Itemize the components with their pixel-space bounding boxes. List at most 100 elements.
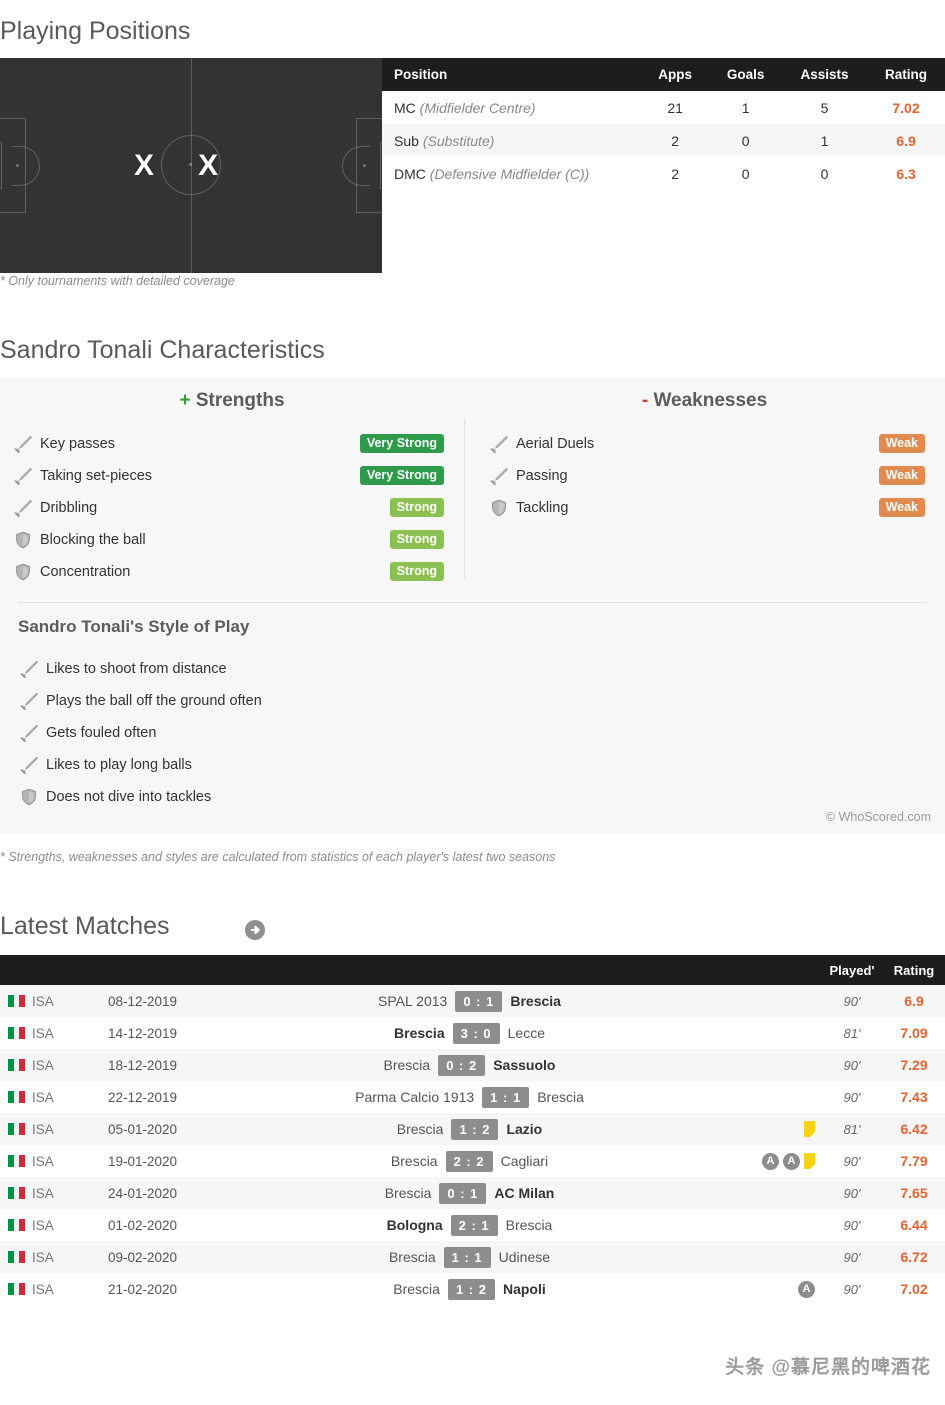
weaknesses-list: Aerial Duels Weak Passing Weak Tackling Weak (476, 428, 931, 524)
home-team: Brescia (396, 1121, 444, 1137)
table-row[interactable]: ISA 05-01-2020 Brescia 1 : 2 Lazio 81' 6.42 (0, 1113, 945, 1145)
minutes-played: 90' (843, 1217, 861, 1233)
match-date: 14-12-2019 (108, 1025, 178, 1041)
strength-item: Blocking the ball Strong (0, 524, 450, 556)
weakness-item: Aerial Duels Weak (476, 428, 931, 460)
away-team: Cagliari (500, 1153, 549, 1169)
trait-rating-badge: Very Strong (359, 466, 444, 485)
trait-rating-badge: Weak (878, 466, 925, 485)
strength-item: Key passes Very Strong (0, 428, 450, 460)
sword-icon (488, 467, 510, 485)
table-row[interactable]: ISA 01-02-2020 Bologna 2 : 1 Brescia 90' 6.44 (0, 1209, 945, 1241)
trait-rating-badge: Very Strong (359, 434, 444, 453)
matches-table-header-row: Played' Rating (0, 955, 945, 985)
minus-icon: - (641, 390, 649, 411)
match-date: 18-12-2019 (108, 1057, 178, 1073)
match-event-icons (721, 1177, 821, 1209)
plus-icon: + (179, 390, 191, 411)
weakness-item: Tackling Weak (476, 492, 931, 524)
sword-icon (12, 435, 34, 453)
minutes-played: 90' (843, 1057, 861, 1073)
yellow-card-icon (804, 1121, 815, 1137)
score-badge: 1 : 2 (447, 1278, 495, 1300)
style-of-play-item: Gets fouled often (6, 717, 606, 749)
position-abbr: DMC (394, 165, 426, 182)
home-team: Brescia (393, 1281, 440, 1297)
position-cell: MC (Midfielder Centre) (382, 91, 641, 124)
away-team: AC Milan (494, 1185, 555, 1201)
style-label: Likes to shoot from distance (46, 661, 227, 677)
minutes-played: 90' (843, 1153, 861, 1169)
match-score-cell: Parma Calcio 1913 1 : 1 Brescia (218, 1081, 721, 1113)
table-row[interactable]: ISA 09-02-2020 Brescia 1 : 1 Udinese 90' 6.72 (0, 1241, 945, 1273)
yellow-card-icon (804, 1153, 815, 1169)
match-score-cell: Brescia 1 : 1 Udinese (218, 1241, 721, 1273)
italy-flag-icon (8, 1027, 25, 1039)
trait-label: Key passes (40, 436, 115, 452)
trait-rating-badge: Strong (389, 562, 444, 581)
table-row[interactable]: ISA 19-01-2020 Brescia 2 : 2 Cagliari A A 90' 7.… (0, 1145, 945, 1177)
minutes-played: 90' (843, 993, 861, 1009)
match-score-cell: Bologna 2 : 1 Brescia (218, 1209, 721, 1241)
match-event-icons: A (721, 1273, 821, 1305)
trait-label: Dribbling (40, 500, 98, 516)
italy-flag-icon (8, 1091, 25, 1103)
table-row[interactable]: ISA 24-01-2020 Brescia 0 : 1 AC Milan 90' 7.65 (0, 1177, 945, 1209)
copyright-label: © WhoScored.com (825, 810, 931, 824)
tournament-cell: ISA (0, 1177, 108, 1209)
sword-icon (18, 724, 40, 742)
sword-icon (18, 692, 40, 710)
score-badge: 0 : 1 (455, 990, 503, 1012)
style-of-play-heading: Sandro Tonali's Style of Play (18, 617, 250, 636)
trait-rating-badge: Weak (878, 498, 925, 517)
table-row[interactable]: ISA 21-02-2020 Brescia 1 : 2 Napoli A 90' 7.02 (0, 1273, 945, 1305)
match-rating: 6.44 (900, 1217, 928, 1233)
matches-col-score (218, 955, 721, 985)
away-team: Lazio (506, 1121, 543, 1137)
strengths-heading-label: Strengths (195, 390, 285, 411)
characteristics-footnote: * Strengths, weaknesses and styles are c… (0, 850, 556, 864)
rating-cell: 6.3 (896, 165, 916, 182)
position-full: (Midfielder Centre) (419, 99, 536, 116)
positions-table-row: MC (Midfielder Centre) 21 1 5 7.02 (382, 91, 945, 124)
sword-icon (18, 660, 40, 678)
match-event-icons (721, 1049, 821, 1081)
match-rating: 7.43 (900, 1089, 928, 1105)
table-row[interactable]: ISA 14-12-2019 Brescia 3 : 0 Lecce 81' 7.09 (0, 1017, 945, 1049)
match-date: 21-02-2020 (108, 1281, 178, 1297)
strength-item: Taking set-pieces Very Strong (0, 460, 450, 492)
score-badge: 1 : 2 (451, 1118, 499, 1140)
pitch-centre-spot (189, 163, 192, 166)
assists-cell: 0 (820, 165, 829, 182)
table-row[interactable]: ISA 22-12-2019 Parma Calcio 1913 1 : 1 Bresc… (0, 1081, 945, 1113)
tournament-label: ISA (32, 1153, 54, 1169)
strengths-heading: + Strengths (0, 390, 464, 412)
arrow-right-icon[interactable] (244, 919, 266, 941)
watermark-label: 头条 @慕尼黑的啤酒花 (725, 1357, 931, 1378)
home-team: Brescia (388, 1249, 436, 1265)
score-badge: 3 : 0 (452, 1022, 500, 1044)
sword-icon (12, 499, 34, 517)
assist-icon: A (783, 1152, 800, 1170)
rating-cell: 6.9 (896, 132, 916, 149)
pitch-position-marker: X (133, 148, 155, 182)
matches-col-date (108, 955, 218, 985)
apps-cell: 2 (671, 165, 680, 182)
shield-icon (488, 499, 510, 517)
score-badge: 0 : 1 (439, 1182, 487, 1204)
match-rating: 7.09 (900, 1025, 928, 1041)
match-event-icons (721, 1017, 821, 1049)
italy-flag-icon (8, 1251, 25, 1263)
match-date: 09-02-2020 (108, 1249, 178, 1265)
minutes-played: 90' (843, 1281, 861, 1297)
tournament-label: ISA (32, 1217, 54, 1233)
minutes-played: 90' (843, 1185, 861, 1201)
tournament-cell: ISA (0, 1209, 108, 1241)
sword-icon (18, 756, 40, 774)
trait-rating-badge: Strong (389, 498, 444, 517)
table-row[interactable]: ISA 18-12-2019 Brescia 0 : 2 Sassuolo 90' 7.29 (0, 1049, 945, 1081)
table-row[interactable]: ISA 08-12-2019 SPAL 2013 0 : 1 Brescia 90' 6.9 (0, 985, 945, 1017)
match-score-cell: Brescia 2 : 2 Cagliari (218, 1145, 721, 1177)
trait-label: Taking set-pieces (40, 468, 153, 484)
home-team: Brescia (384, 1185, 432, 1201)
